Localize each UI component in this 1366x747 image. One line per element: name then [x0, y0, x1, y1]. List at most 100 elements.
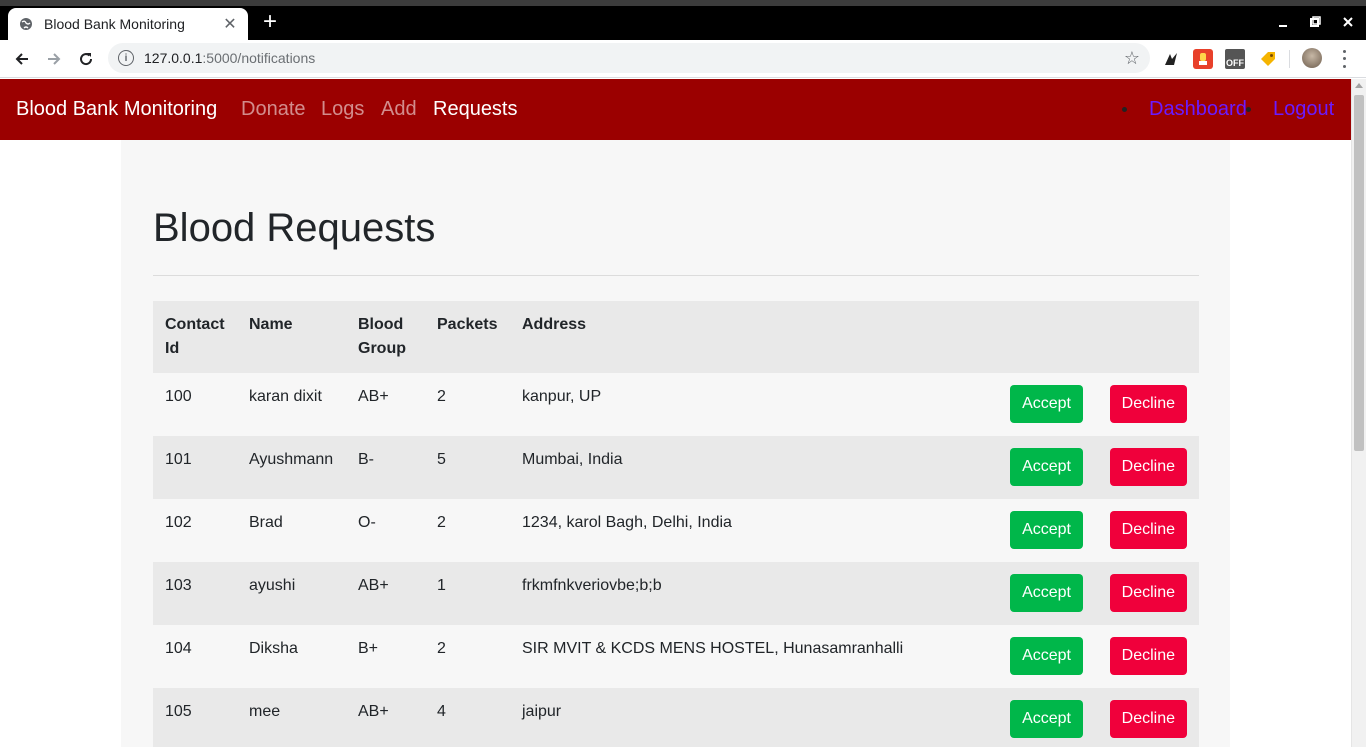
decline-button[interactable]: Decline	[1109, 385, 1187, 423]
scroll-up-arrow[interactable]	[1355, 83, 1363, 88]
table-row: 101 Ayushmann B- 5 Mumbai, India Accept Declin…	[153, 436, 1199, 499]
url-host: 127.0.0.1	[144, 50, 203, 66]
cell-packets: 5	[437, 451, 446, 468]
table-row: 103 ayushi AB+ 1 frkmfnkveriovbe;b;b Accept De…	[153, 562, 1199, 625]
brand-link[interactable]: Blood Bank Monitoring	[16, 98, 217, 121]
cell-decline: Decline	[1095, 436, 1199, 499]
tab-title: Blood Bank Monitoring	[44, 16, 185, 32]
cell-address: frkmfnkveriovbe;b;b	[522, 577, 662, 594]
new-tab-icon[interactable]: +	[258, 10, 282, 34]
cell-decline: Decline	[1095, 499, 1199, 562]
close-tab-icon[interactable]: ✕	[222, 14, 238, 34]
extension-tag-icon[interactable]	[1258, 49, 1278, 69]
requests-table: Contact Id Name Blood Group Packets Addr…	[153, 301, 1199, 747]
header-blood-group: Blood Group	[358, 316, 406, 357]
info-icon[interactable]: i	[118, 50, 134, 66]
nav-logs[interactable]: Logs	[321, 98, 364, 121]
decline-button[interactable]: Decline	[1109, 637, 1187, 675]
table-row: 105 mee AB+ 4 jaipur Accept Decline	[153, 688, 1199, 747]
cell-contact-id: 104	[165, 640, 192, 657]
content-container: Blood Requests Contact Id Name Blood Gro…	[121, 140, 1230, 747]
cell-name: Ayushmann	[249, 451, 334, 468]
cell-name: ayushi	[249, 577, 296, 594]
header-contact-id: Contact Id	[165, 316, 225, 357]
nav-dashboard[interactable]: Dashboard	[1149, 98, 1247, 121]
accept-button[interactable]: Accept	[1010, 637, 1083, 675]
cell-address: kanpur, UP	[522, 388, 602, 405]
page-scrollbar[interactable]	[1351, 79, 1366, 747]
decline-button[interactable]: Decline	[1109, 448, 1187, 486]
header-name: Name	[249, 316, 293, 333]
browser-tab[interactable]: Blood Bank Monitoring ✕	[8, 8, 248, 40]
list-bullet	[1122, 107, 1127, 112]
cell-name: mee	[249, 703, 281, 720]
cell-decline: Decline	[1095, 625, 1199, 688]
decline-button[interactable]: Decline	[1109, 700, 1187, 738]
extension-off-label: OFF	[1226, 57, 1244, 68]
accept-button[interactable]: Accept	[1010, 448, 1083, 486]
cell-contact-id: 100	[165, 388, 192, 405]
nav-requests[interactable]: Requests	[433, 98, 518, 121]
cell-packets: 2	[437, 640, 446, 657]
cell-blood-group: AB+	[358, 388, 389, 405]
table-header-row: Contact Id Name Blood Group Packets Addr…	[153, 301, 1199, 373]
page-viewport: Blood Bank Monitoring Donate Logs Add Re…	[0, 79, 1366, 747]
cell-blood-group: AB+	[358, 577, 389, 594]
header-accept-col	[984, 301, 1095, 373]
cell-name: karan dixit	[249, 388, 322, 405]
cell-accept: Accept	[984, 373, 1095, 436]
nav-donate[interactable]: Donate	[241, 98, 306, 121]
cell-packets: 2	[437, 388, 446, 405]
nav-add[interactable]: Add	[381, 98, 417, 121]
extension-paw-icon[interactable]	[1161, 49, 1181, 69]
extension-pocket-icon[interactable]	[1193, 49, 1213, 69]
decline-button[interactable]: Decline	[1109, 574, 1187, 612]
cell-address: jaipur	[522, 703, 562, 720]
bookmark-star-icon[interactable]: ☆	[1124, 48, 1140, 69]
app-navbar: Blood Bank Monitoring Donate Logs Add Re…	[0, 79, 1351, 140]
cell-decline: Decline	[1095, 688, 1199, 747]
cell-accept: Accept	[984, 562, 1095, 625]
scroll-thumb[interactable]	[1354, 95, 1364, 451]
minimize-icon[interactable]	[1271, 12, 1295, 34]
cell-accept: Accept	[984, 436, 1095, 499]
cell-address: SIR MVIT & KCDS MENS HOSTEL, Hunasamranh…	[522, 640, 904, 657]
cell-decline: Decline	[1095, 562, 1199, 625]
cell-packets: 1	[437, 577, 446, 594]
decline-button[interactable]: Decline	[1109, 511, 1187, 549]
cell-address: 1234, karol Bagh, Delhi, India	[522, 514, 732, 531]
cell-accept: Accept	[984, 499, 1095, 562]
cell-name: Brad	[249, 514, 283, 531]
title-divider	[153, 275, 1199, 276]
reload-icon[interactable]	[74, 47, 98, 71]
cell-blood-group: O-	[358, 514, 376, 531]
cell-name: Diksha	[249, 640, 298, 657]
globe-icon	[18, 16, 34, 32]
extension-off-icon[interactable]: OFF	[1225, 49, 1245, 69]
cell-packets: 2	[437, 514, 446, 531]
forward-icon[interactable]	[42, 47, 66, 71]
page-title: Blood Requests	[153, 206, 436, 250]
cell-contact-id: 105	[165, 703, 192, 720]
restore-icon[interactable]	[1303, 12, 1327, 34]
header-packets: Packets	[437, 316, 498, 333]
tab-bar: Blood Bank Monitoring ✕ +	[0, 6, 1366, 40]
nav-logout[interactable]: Logout	[1273, 98, 1334, 121]
toolbar-divider	[1289, 50, 1290, 68]
address-bar[interactable]: i 127.0.0.1:5000/notifications ☆	[108, 43, 1150, 73]
accept-button[interactable]: Accept	[1010, 574, 1083, 612]
table-row: 104 Diksha B+ 2 SIR MVIT & KCDS MENS HOSTEL,…	[153, 625, 1199, 688]
header-decline-col	[1095, 301, 1199, 373]
accept-button[interactable]: Accept	[1010, 511, 1083, 549]
browser-menu-icon[interactable]	[1338, 48, 1350, 70]
table-row: 102 Brad O- 2 1234, karol Bagh, Delhi, India…	[153, 499, 1199, 562]
cell-address: Mumbai, India	[522, 451, 623, 468]
close-window-icon[interactable]	[1336, 12, 1360, 34]
back-icon[interactable]	[10, 47, 34, 71]
accept-button[interactable]: Accept	[1010, 700, 1083, 738]
cell-blood-group: AB+	[358, 703, 389, 720]
cell-accept: Accept	[984, 688, 1095, 747]
accept-button[interactable]: Accept	[1010, 385, 1083, 423]
header-address: Address	[522, 316, 587, 333]
profile-avatar[interactable]	[1302, 48, 1322, 68]
